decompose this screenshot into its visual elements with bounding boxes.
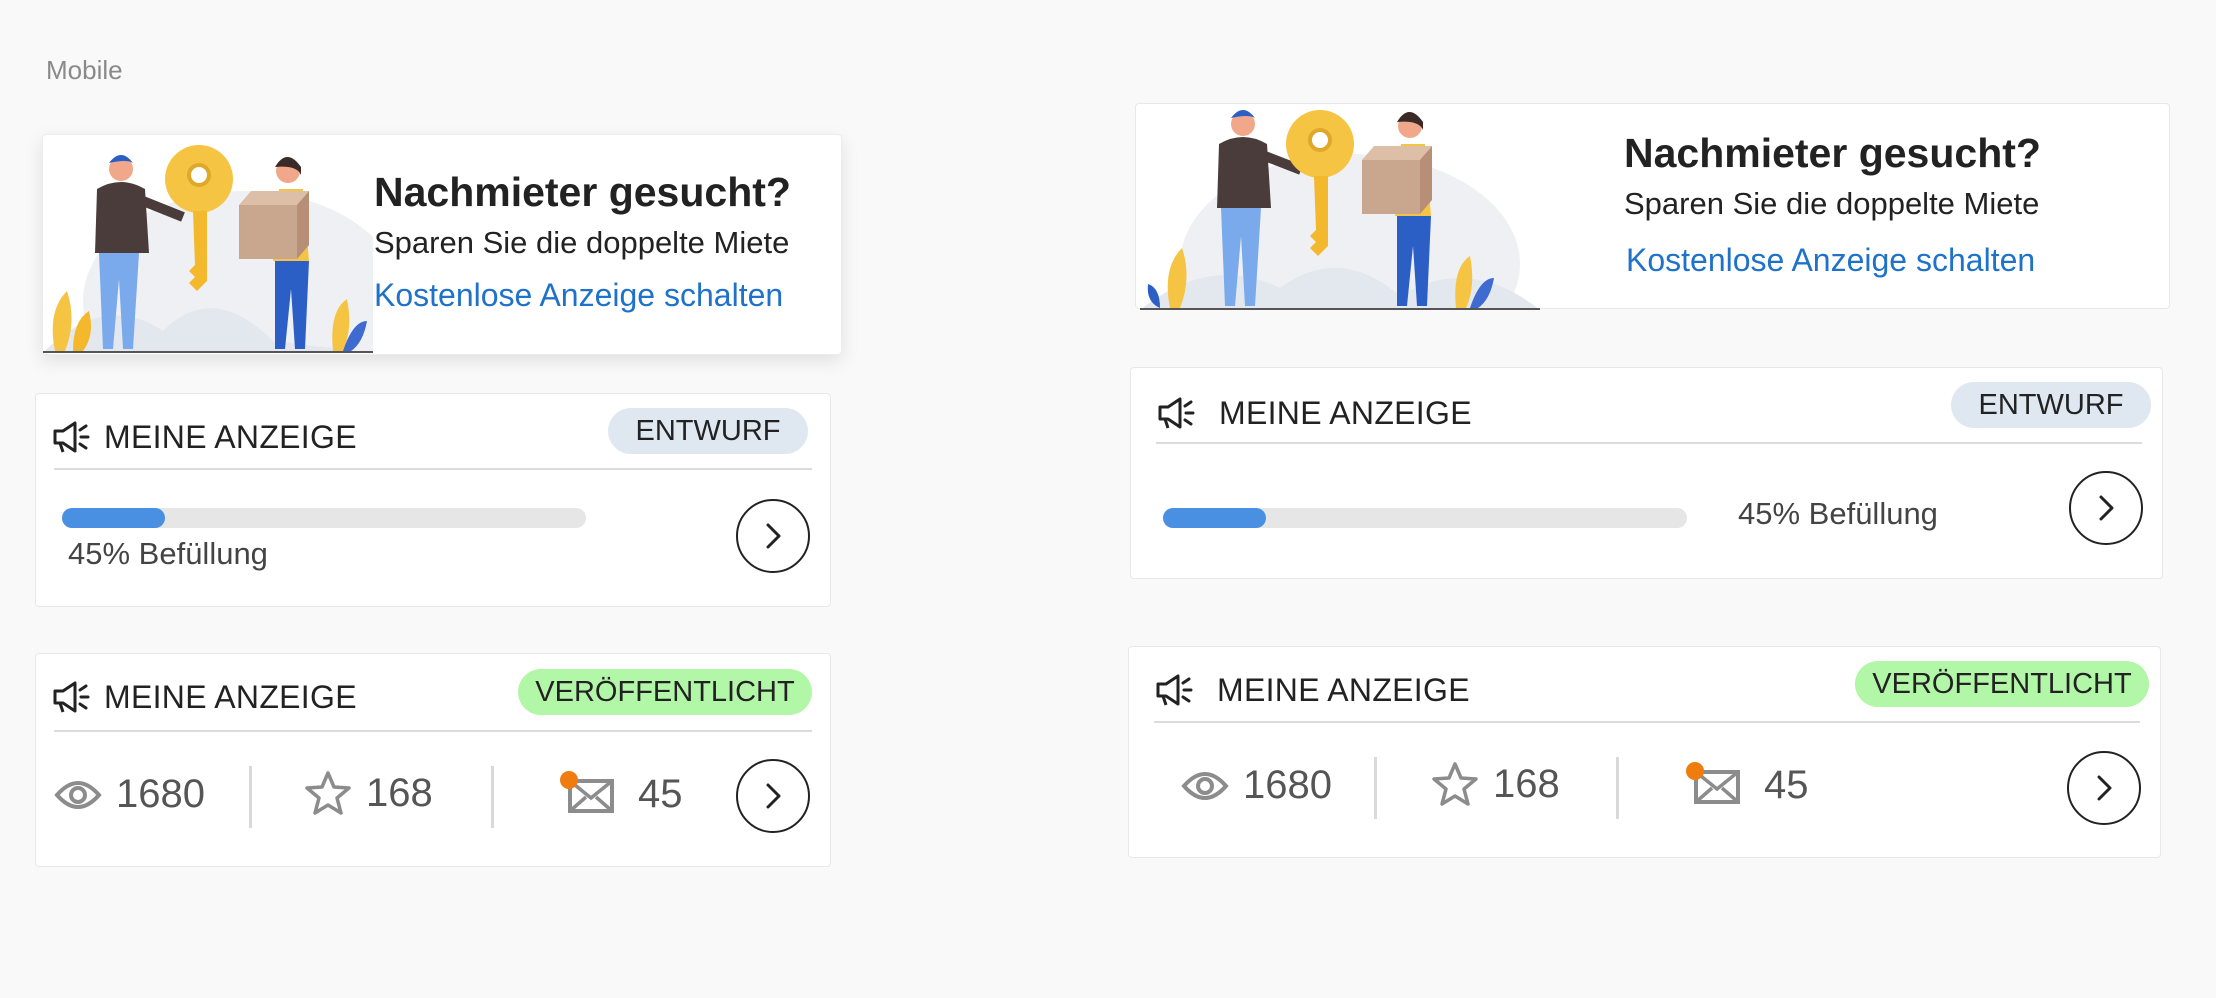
status-badge-published: VERÖFFENTLICHT xyxy=(518,669,812,715)
progress-track xyxy=(62,508,586,528)
star-icon xyxy=(305,771,351,815)
megaphone-icon xyxy=(1155,673,1193,707)
divider xyxy=(54,730,812,732)
card-header: MEINE ANZEIGE xyxy=(1155,665,1470,715)
stat-separator xyxy=(1616,757,1619,819)
views-count: 1680 xyxy=(116,772,205,816)
card-title: MEINE ANZEIGE xyxy=(1217,671,1470,708)
promo-card-mobile: Nachmieter gesucht? Sparen Sie die doppe… xyxy=(42,134,842,355)
divider xyxy=(1156,442,2142,444)
status-badge-draft: ENTWURF xyxy=(1951,382,2151,428)
progress-fill xyxy=(1163,508,1266,528)
megaphone-icon xyxy=(52,680,90,714)
divider xyxy=(1154,721,2140,723)
promo-title: Nachmieter gesucht? xyxy=(1624,130,2041,176)
progress-fill xyxy=(62,508,165,528)
views-stat: 1680 xyxy=(1181,763,1332,808)
megaphone-icon xyxy=(52,420,90,454)
published-card-desktop: MEINE ANZEIGE VERÖFFENTLICHT 1680 168 45 xyxy=(1128,646,2161,858)
open-ad-button[interactable] xyxy=(2069,471,2143,545)
card-header: MEINE ANZEIGE xyxy=(52,412,357,462)
promo-subtitle: Sparen Sie die doppelte Miete xyxy=(374,225,790,260)
notification-dot xyxy=(560,770,578,789)
chevron-right-icon xyxy=(2097,775,2112,801)
card-header: MEINE ANZEIGE xyxy=(52,672,357,722)
card-title: MEINE ANZEIGE xyxy=(104,678,357,715)
card-header: MEINE ANZEIGE xyxy=(1157,388,1472,438)
draft-card-mobile: MEINE ANZEIGE ENTWURF 45% Befüllung xyxy=(35,393,831,607)
star-icon xyxy=(1432,762,1478,806)
open-ad-button[interactable] xyxy=(2067,751,2141,825)
published-card-mobile: MEINE ANZEIGE VERÖFFENTLICHT 1680 168 45 xyxy=(35,653,831,867)
stat-separator xyxy=(1374,757,1377,819)
favorites-stat: 168 xyxy=(1431,761,1560,807)
open-ad-button[interactable] xyxy=(736,499,810,573)
messages-count: 45 xyxy=(1764,763,1809,807)
section-label: Mobile xyxy=(46,55,123,85)
status-badge-published: VERÖFFENTLICHT xyxy=(1855,661,2149,707)
favorites-count: 168 xyxy=(366,770,433,815)
stat-separator xyxy=(491,766,494,828)
create-ad-link[interactable]: Kostenlose Anzeige schalten xyxy=(374,277,783,314)
progress-text: 45% Befüllung xyxy=(68,536,268,571)
messages-stat: 45 xyxy=(560,770,683,817)
page: Mobile Nachmieter gesucht? Sparen Sie di… xyxy=(0,0,2216,998)
promo-subtitle: Sparen Sie die doppelte Miete xyxy=(1624,186,2040,221)
card-title: MEINE ANZEIGE xyxy=(1219,394,1472,431)
views-stat: 1680 xyxy=(54,772,205,817)
messages-count: 45 xyxy=(638,772,683,816)
divider xyxy=(54,468,812,470)
chevron-right-icon xyxy=(766,783,781,809)
envelope-icon xyxy=(560,770,616,815)
open-ad-button[interactable] xyxy=(736,759,810,833)
eye-icon xyxy=(1181,771,1229,800)
promo-illustration xyxy=(1140,104,1540,310)
favorites-stat: 168 xyxy=(304,770,433,816)
eye-icon xyxy=(54,780,102,809)
draft-card-desktop: MEINE ANZEIGE ENTWURF 45% Befüllung xyxy=(1130,367,2163,579)
status-badge-draft: ENTWURF xyxy=(608,408,808,454)
views-count: 1680 xyxy=(1243,763,1332,807)
promo-card-desktop: Nachmieter gesucht? Sparen Sie die doppe… xyxy=(1135,103,2170,310)
chevron-right-icon xyxy=(2099,495,2114,521)
card-title: MEINE ANZEIGE xyxy=(104,418,357,455)
megaphone-icon xyxy=(1157,396,1195,430)
progress-text: 45% Befüllung xyxy=(1738,496,1938,531)
favorites-count: 168 xyxy=(1493,761,1560,806)
promo-illustration xyxy=(43,141,373,353)
messages-stat: 45 xyxy=(1686,761,1809,808)
progress-track xyxy=(1163,508,1687,528)
notification-dot xyxy=(1686,761,1704,780)
create-ad-link[interactable]: Kostenlose Anzeige schalten xyxy=(1626,242,2035,279)
stat-separator xyxy=(249,766,252,828)
chevron-right-icon xyxy=(766,523,781,549)
envelope-icon xyxy=(1686,761,1742,806)
promo-title: Nachmieter gesucht? xyxy=(374,169,791,215)
